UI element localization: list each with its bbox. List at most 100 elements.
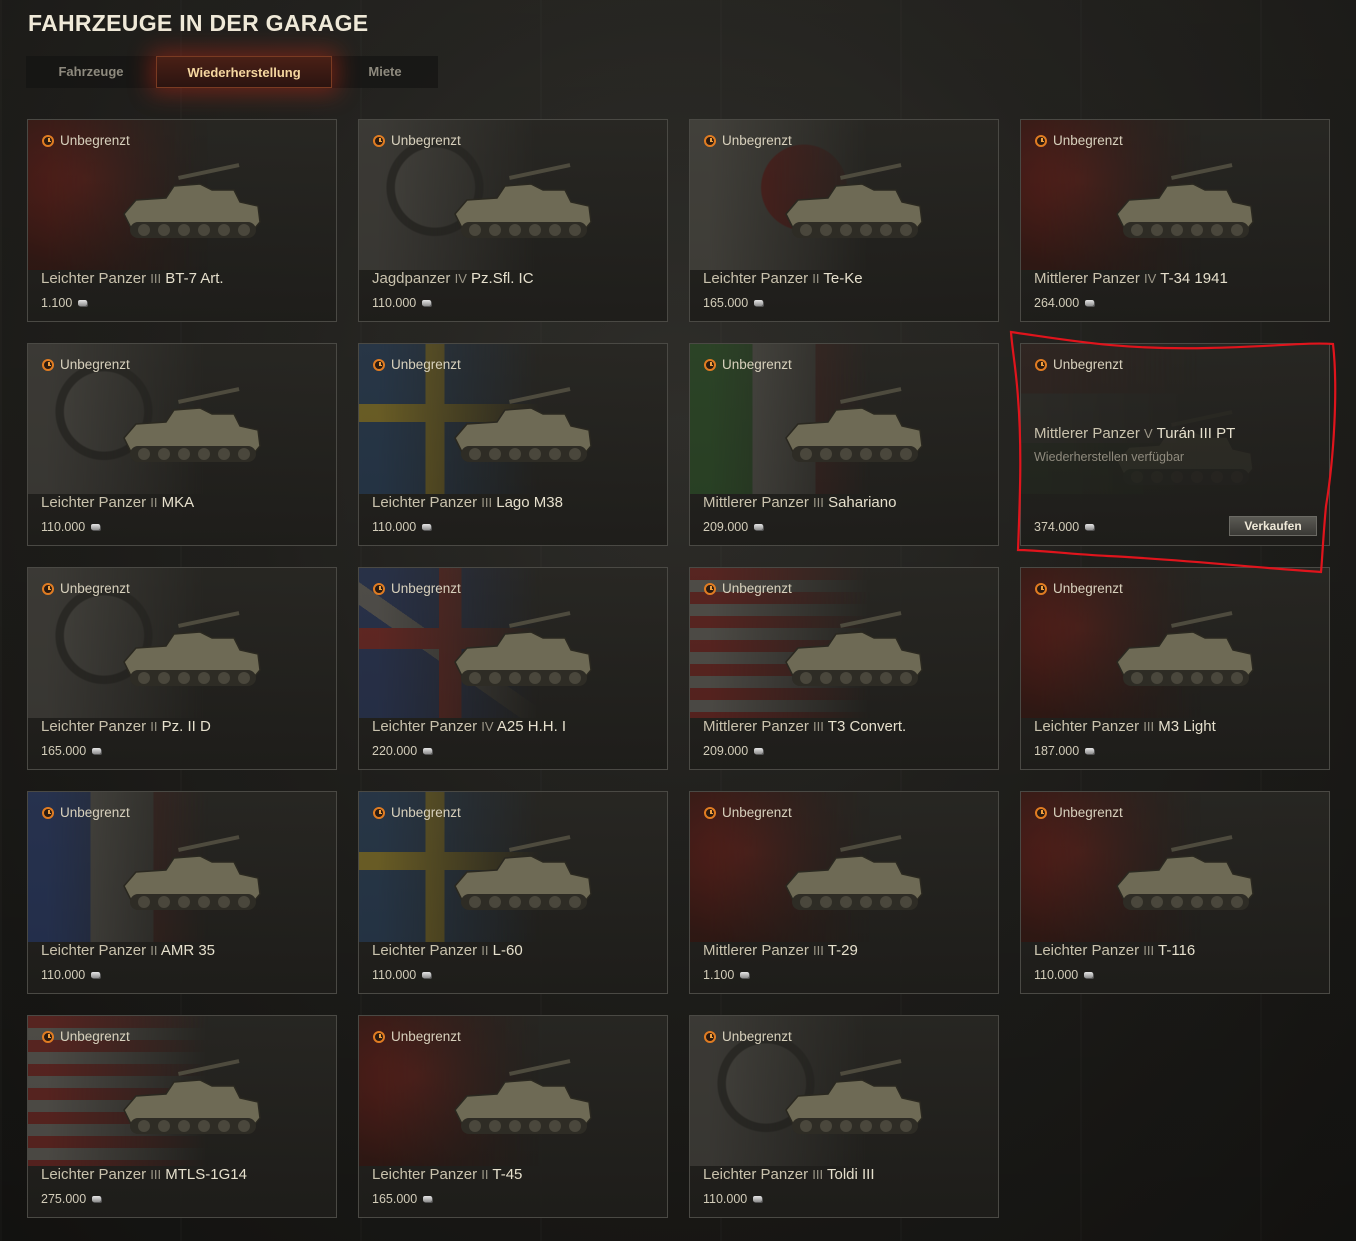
tank-image	[785, 1059, 923, 1134]
price-value: 110.000	[1034, 968, 1079, 982]
vehicle-model: Turán III PT	[1156, 425, 1236, 442]
rental-timer: Unbegrenzt	[373, 581, 461, 596]
clock-icon	[1035, 134, 1047, 147]
vehicle-model: Sahariano	[828, 494, 897, 511]
vehicle-card[interactable]: Unbegrenzt Leichter Panzer IV A25 H.H. I 2…	[358, 567, 668, 770]
vehicle-tier: III	[481, 495, 493, 510]
rental-timer: Unbegrenzt	[1035, 805, 1123, 820]
vehicle-name: Leichter Panzer IV A25 H.H. I	[372, 718, 566, 735]
vehicle-class: Leichter Panzer	[41, 270, 147, 287]
clock-icon	[42, 582, 54, 595]
price-value: 187.000	[1034, 744, 1080, 758]
clock-icon	[704, 582, 716, 595]
vehicle-card[interactable]: Unbegrenzt Leichter Panzer III MTLS-1G14 2…	[27, 1015, 337, 1218]
vehicle-price: 1.100	[703, 968, 750, 982]
vehicle-price: 110.000	[703, 1192, 763, 1206]
vehicle-tier: III	[813, 719, 824, 734]
tank-image	[1116, 835, 1254, 910]
vehicle-name: Leichter Panzer III MTLS-1G14	[41, 1166, 247, 1183]
vehicle-name: Mittlerer Panzer III T3 Convert.	[703, 718, 906, 735]
clock-icon	[1035, 358, 1047, 371]
vehicle-price: 209.000	[703, 520, 764, 534]
price-value: 110.000	[372, 296, 417, 310]
vehicle-class: Mittlerer Panzer	[703, 942, 809, 959]
price-value: 110.000	[703, 1192, 748, 1206]
vehicle-card[interactable]: Unbegrenzt Leichter Panzer II Pz. II D 165…	[27, 567, 337, 770]
vehicle-card[interactable]: Unbegrenzt Mittlerer Panzer V Turán III P…	[1020, 343, 1330, 546]
tank-image	[1116, 163, 1254, 238]
clock-icon	[373, 1030, 385, 1043]
tank-image	[1116, 410, 1254, 485]
sell-button[interactable]: Verkaufen	[1229, 516, 1317, 536]
vehicle-price: 187.000	[1034, 744, 1095, 758]
vehicle-price: 110.000	[372, 296, 432, 310]
timer-label: Unbegrenzt	[722, 805, 792, 820]
silver-icon	[754, 748, 764, 754]
vehicle-card[interactable]: Unbegrenzt Leichter Panzer II Te-Ke 165.00…	[689, 119, 999, 322]
clock-icon	[42, 358, 54, 371]
rental-timer: Unbegrenzt	[704, 133, 792, 148]
vehicle-model: T-29	[827, 942, 858, 959]
vehicle-card[interactable]: Unbegrenzt Mittlerer Panzer III T-29 1.100	[689, 791, 999, 994]
vehicle-card[interactable]: Unbegrenzt Leichter Panzer III BT-7 Art. 1…	[27, 119, 337, 322]
vehicle-model: A25 H.H. I	[496, 718, 567, 735]
vehicle-tier: II	[812, 271, 820, 286]
vehicle-card[interactable]: Unbegrenzt Mittlerer Panzer III Sahariano…	[689, 343, 999, 546]
vehicle-card[interactable]: Unbegrenzt Jagdpanzer IV Pz.Sfl. IC 110.00…	[358, 119, 668, 322]
vehicle-card[interactable]: Unbegrenzt Leichter Panzer II AMR 35 110.0…	[27, 791, 337, 994]
vehicle-card[interactable]: Unbegrenzt Mittlerer Panzer IV T-34 1941 2…	[1020, 119, 1330, 322]
clock-icon	[704, 134, 716, 147]
tank-image	[454, 387, 592, 462]
vehicle-model: Toldi III	[826, 1166, 875, 1183]
clock-icon	[704, 1030, 716, 1043]
vehicle-tier: IV	[481, 719, 494, 734]
price-value: 1.100	[703, 968, 735, 982]
clock-icon	[42, 134, 54, 147]
vehicle-card[interactable]: Unbegrenzt Leichter Panzer III M3 Light 18…	[1020, 567, 1330, 770]
tank-image	[123, 611, 261, 686]
silver-icon	[753, 1196, 763, 1202]
vehicle-price: 165.000	[372, 1192, 433, 1206]
vehicle-price: 220.000	[372, 744, 433, 758]
price-value: 110.000	[372, 520, 417, 534]
vehicle-class: Leichter Panzer	[41, 1166, 147, 1183]
vehicle-model: T-34 1941	[1160, 270, 1228, 287]
vehicle-card[interactable]: Unbegrenzt Leichter Panzer III Lago M38 11…	[358, 343, 668, 546]
rental-timer: Unbegrenzt	[42, 581, 130, 596]
timer-label: Unbegrenzt	[60, 805, 130, 820]
vehicle-tier: II	[481, 943, 489, 958]
tab-fahrzeuge[interactable]: Fahrzeuge	[26, 56, 156, 88]
silver-icon	[78, 300, 88, 306]
vehicle-price: 110.000	[372, 968, 432, 982]
tab-wiederherstellung[interactable]: Wiederherstellung	[156, 56, 332, 88]
vehicle-card[interactable]: Unbegrenzt Leichter Panzer II T-45 165.000	[358, 1015, 668, 1218]
vehicle-name: Leichter Panzer III Lago M38	[372, 494, 563, 511]
price-value: 374.000	[1034, 520, 1080, 534]
tank-image	[123, 835, 261, 910]
vehicle-price: 264.000	[1034, 296, 1095, 310]
vehicle-card[interactable]: Unbegrenzt Leichter Panzer II L-60 110.000	[358, 791, 668, 994]
silver-icon	[422, 972, 432, 978]
vehicle-card[interactable]: Unbegrenzt Leichter Panzer III T-116 110.0…	[1020, 791, 1330, 994]
vehicle-card[interactable]: Unbegrenzt Leichter Panzer II MKA 110.000	[27, 343, 337, 546]
timer-label: Unbegrenzt	[1053, 581, 1123, 596]
vehicle-model: T-116	[1157, 942, 1196, 959]
vehicle-class: Leichter Panzer	[703, 270, 809, 287]
tank-image	[1116, 611, 1254, 686]
tank-image	[454, 611, 592, 686]
vehicle-card[interactable]: Unbegrenzt Leichter Panzer III Toldi III 1…	[689, 1015, 999, 1218]
price-value: 209.000	[703, 520, 749, 534]
vehicle-tier: II	[150, 719, 158, 734]
tab-miete[interactable]: Miete	[332, 56, 438, 88]
vehicle-card[interactable]: Unbegrenzt Mittlerer Panzer III T3 Conver…	[689, 567, 999, 770]
vehicle-name: Leichter Panzer II T-45	[372, 1166, 522, 1183]
vehicle-tier: III	[1143, 943, 1155, 958]
clock-icon	[704, 358, 716, 371]
tank-image	[454, 163, 592, 238]
silver-icon	[422, 524, 432, 530]
rental-timer: Unbegrenzt	[373, 1029, 461, 1044]
timer-label: Unbegrenzt	[1053, 133, 1123, 148]
vehicle-name: Leichter Panzer III M3 Light	[1034, 718, 1216, 735]
timer-label: Unbegrenzt	[391, 581, 461, 596]
price-value: 1.100	[41, 296, 73, 310]
